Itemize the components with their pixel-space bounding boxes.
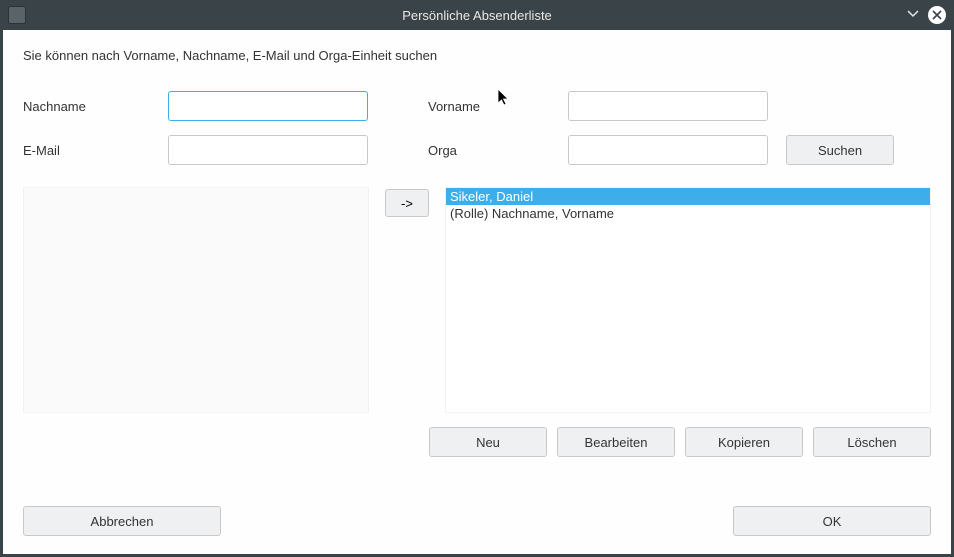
cancel-button[interactable]: Abbrechen	[23, 506, 221, 536]
help-text: Sie können nach Vorname, Nachname, E-Mai…	[23, 48, 931, 63]
orga-label: Orga	[428, 143, 568, 158]
new-button[interactable]: Neu	[429, 427, 547, 457]
nachname-input[interactable]	[168, 91, 368, 121]
window-title: Persönliche Absenderliste	[0, 8, 954, 23]
dialog-window: Persönliche Absenderliste Sie können nac…	[0, 0, 954, 557]
titlebar[interactable]: Persönliche Absenderliste	[0, 0, 954, 30]
ok-button[interactable]: OK	[733, 506, 931, 536]
copy-button[interactable]: Kopieren	[685, 427, 803, 457]
close-icon[interactable]	[928, 6, 946, 24]
email-label: E-Mail	[23, 143, 168, 158]
move-right-button[interactable]: ->	[385, 189, 429, 217]
app-icon	[8, 6, 26, 24]
delete-button[interactable]: Löschen	[813, 427, 931, 457]
search-form: Nachname Vorname E-Mail Orga Suchen	[23, 91, 931, 165]
dialog-content: Sie können nach Vorname, Nachname, E-Mai…	[3, 30, 951, 554]
lists-row: -> Sikeler, Daniel(Rolle) Nachname, Vorn…	[23, 187, 931, 413]
list-item[interactable]: Sikeler, Daniel	[446, 188, 930, 205]
vorname-input[interactable]	[568, 91, 768, 121]
orga-input[interactable]	[568, 135, 768, 165]
dialog-footer: Abbrechen OK	[23, 506, 931, 536]
window-controls	[906, 6, 946, 25]
nachname-label: Nachname	[23, 99, 168, 114]
search-results-list[interactable]	[23, 187, 369, 413]
edit-button[interactable]: Bearbeiten	[557, 427, 675, 457]
minimize-icon[interactable]	[906, 6, 920, 25]
list-item[interactable]: (Rolle) Nachname, Vorname	[446, 205, 930, 222]
email-input[interactable]	[168, 135, 368, 165]
sender-list[interactable]: Sikeler, Daniel(Rolle) Nachname, Vorname	[445, 187, 931, 413]
vorname-label: Vorname	[428, 99, 568, 114]
search-button[interactable]: Suchen	[786, 135, 894, 165]
list-actions: Neu Bearbeiten Kopieren Löschen	[429, 427, 931, 457]
